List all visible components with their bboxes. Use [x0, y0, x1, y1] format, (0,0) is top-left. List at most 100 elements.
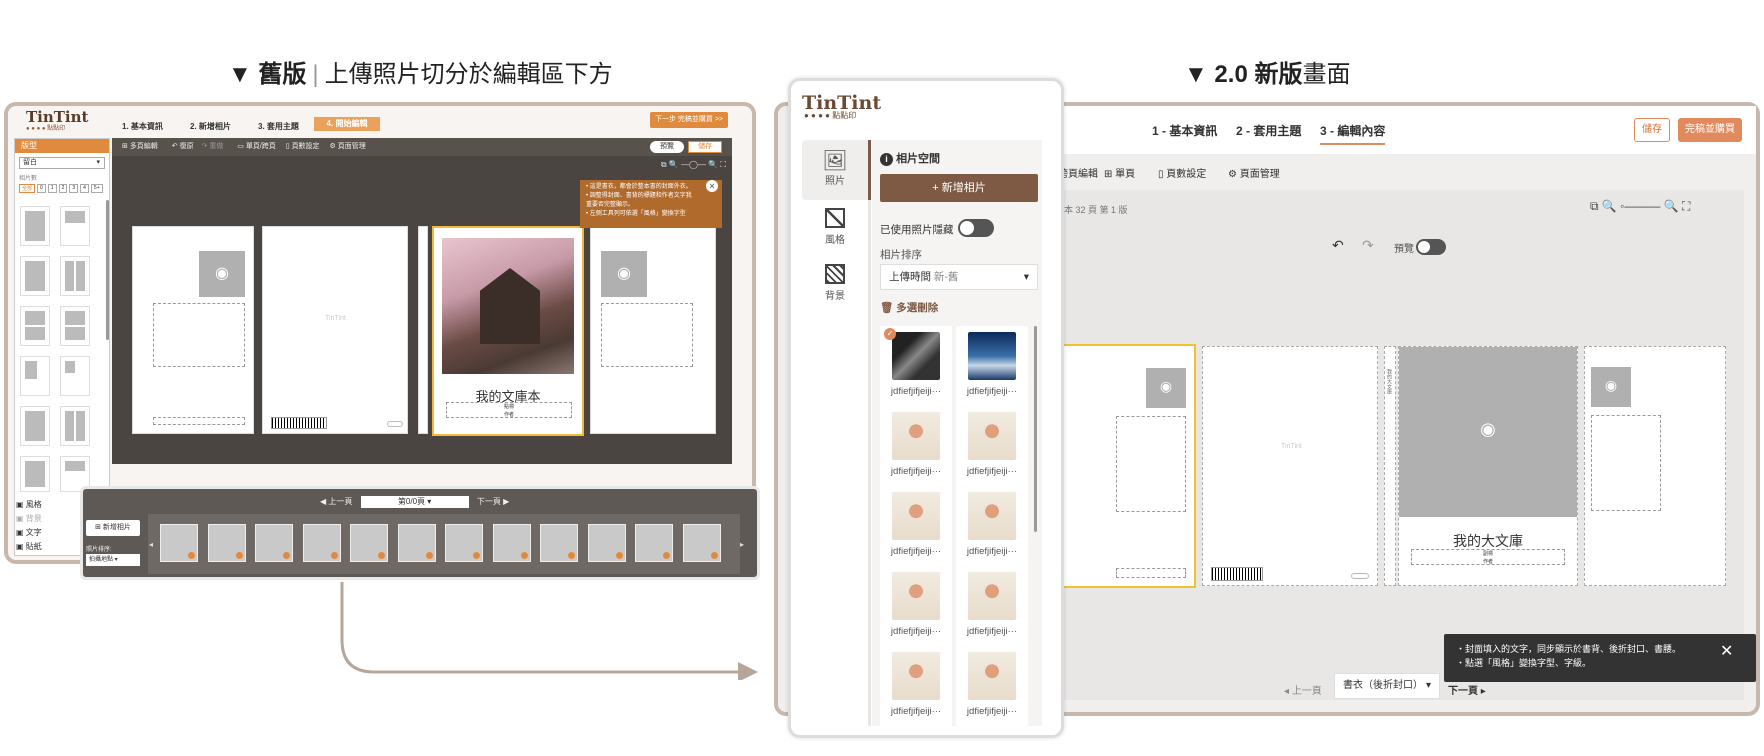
panel-photo-item[interactable]: jdfiefjifjeiji···: [956, 326, 1028, 406]
tab-style[interactable]: 風格: [802, 202, 868, 258]
old-photo-thumb[interactable]: [492, 524, 531, 562]
old-layout-thumb[interactable]: [20, 406, 50, 446]
new-back-cover-page[interactable]: ◉: [1062, 344, 1196, 588]
panel-photo-item[interactable]: jdfiefjifjeiji···: [956, 406, 1028, 486]
old-next-page-button[interactable]: 下一頁 ▶: [477, 497, 509, 506]
old-photo-thumb[interactable]: [302, 524, 341, 562]
old-step-4[interactable]: 4. 開始編輯: [314, 117, 380, 131]
old-layout-thumb[interactable]: [60, 356, 90, 396]
new-front-flap-page[interactable]: ◉: [1584, 346, 1726, 586]
old-sidebar-scrollbar[interactable]: [106, 200, 109, 340]
old-front-flap-page[interactable]: ◉: [590, 226, 716, 434]
old-menu-background[interactable]: ▣ 背景: [16, 512, 78, 526]
chevron-left-icon[interactable]: ◂: [149, 540, 153, 549]
old-photo-thumb[interactable]: [635, 524, 673, 562]
old-single-spread-button[interactable]: ▭ 單頁/跨頁: [237, 143, 276, 150]
new-preview-toggle[interactable]: [1416, 239, 1446, 255]
new-spine[interactable]: 我的大文庫: [1384, 346, 1396, 586]
old-step-3[interactable]: 3. 套用主題: [258, 121, 299, 132]
panel-photo-item[interactable]: jdfiefjifjeiji···: [880, 646, 952, 726]
new-book-title[interactable]: 我的大文庫: [1399, 531, 1577, 551]
cover-photo[interactable]: [442, 238, 574, 374]
camera-placeholder[interactable]: ◉: [601, 251, 647, 297]
old-next-button[interactable]: 下一步 完稿並購買 >>: [650, 112, 728, 128]
old-layout-thumb[interactable]: [20, 356, 50, 396]
close-icon[interactable]: ✕: [1720, 641, 1733, 661]
old-photo-thumb[interactable]: [540, 524, 578, 562]
old-layout-thumb[interactable]: [60, 256, 90, 296]
hide-used-toggle[interactable]: [958, 219, 994, 237]
old-save-button[interactable]: 儲存: [688, 141, 722, 153]
panel-photo-item[interactable]: jdfiefjifjeiji···: [880, 566, 952, 646]
old-menu-text[interactable]: ▣ 文字: [16, 526, 78, 540]
panel-photo-item[interactable]: jdfiefjifjeiji···: [880, 406, 952, 486]
new-single-page-button[interactable]: ⊞ 單頁: [1104, 165, 1135, 180]
old-photo-thumb[interactable]: [255, 524, 293, 562]
old-prev-page-button[interactable]: ◀ 上一頁: [320, 497, 352, 506]
old-preview-toggle[interactable]: 預覽: [650, 141, 684, 153]
panel-photo-item[interactable]: jdfiefjifjeiji···: [956, 566, 1028, 646]
old-spine[interactable]: [418, 226, 428, 434]
chevron-right-icon[interactable]: ▸: [740, 540, 744, 549]
old-multi-edit-button[interactable]: ⊞ 多頁編輯: [122, 143, 158, 150]
old-back-cover-page[interactable]: ◉: [132, 226, 254, 434]
multi-delete-button[interactable]: 🗑 多選刪除: [880, 300, 938, 315]
old-count-filter[interactable]: 5+: [90, 184, 103, 193]
old-photo-thumb[interactable]: [445, 524, 483, 562]
new-back-flap-page[interactable]: TinTint: [1202, 346, 1378, 586]
old-photo-thumb[interactable]: [350, 524, 388, 562]
old-back-flap-page[interactable]: TinTint: [262, 226, 408, 434]
new-page-count-button[interactable]: ▯ 頁數設定: [1158, 165, 1206, 180]
new-step-3[interactable]: 3 - 編輯內容: [1320, 122, 1386, 145]
old-layout-thumb[interactable]: [20, 306, 50, 346]
old-count-filter[interactable]: 2: [58, 184, 68, 193]
undo-icon[interactable]: ↶: [1332, 237, 1344, 254]
camera-placeholder[interactable]: ◉: [199, 251, 245, 297]
old-layout-thumb[interactable]: [60, 306, 90, 346]
old-layout-thumb[interactable]: [20, 456, 50, 492]
old-photo-thumb[interactable]: [160, 524, 198, 562]
old-count-filter[interactable]: 3: [69, 184, 79, 193]
old-redo-button[interactable]: ↷ 重做: [202, 143, 224, 150]
new-buy-button[interactable]: 完稿並購買: [1678, 118, 1742, 142]
old-photo-thumb[interactable]: [397, 524, 436, 562]
old-front-cover-page[interactable]: 我的文庫本 點標 作者: [432, 226, 584, 436]
tab-photo[interactable]: 🖼 照片: [802, 140, 868, 200]
old-count-filter[interactable]: 全部: [19, 184, 36, 193]
old-photo-thumb[interactable]: [682, 524, 721, 562]
camera-placeholder[interactable]: ◉: [1146, 368, 1186, 408]
old-add-photo-button[interactable]: ⊞ 新增相片: [86, 520, 140, 536]
new-step-2[interactable]: 2 - 套用主題: [1236, 122, 1301, 139]
panel-photo-item[interactable]: jdfiefjifjeiji···: [956, 646, 1028, 726]
close-icon[interactable]: ×: [706, 180, 718, 192]
old-photo-thumb[interactable]: [207, 524, 246, 562]
photo-sort-select[interactable]: 上傳時間 新-舊 ▾: [880, 264, 1038, 290]
panel-photo-item[interactable]: jdfiefjifjeiji···: [956, 486, 1028, 566]
panel-photo-item[interactable]: jdfiefjifjeiji···: [880, 486, 952, 566]
new-prev-page-button[interactable]: ◂ 上一頁: [1284, 682, 1322, 697]
camera-placeholder[interactable]: ◉: [1591, 367, 1631, 407]
old-step-2[interactable]: 2. 新增相片: [190, 121, 231, 132]
old-page-count-button[interactable]: ▯ 頁數設定: [286, 143, 320, 150]
new-page-manage-button[interactable]: ⚙ 頁面管理: [1228, 165, 1280, 180]
old-sort-select[interactable]: 拍攝地點 ▾: [86, 554, 140, 566]
old-layout-thumb[interactable]: [60, 206, 90, 246]
add-photo-button[interactable]: + 新增相片: [880, 174, 1038, 202]
old-page-select[interactable]: 第0/0頁 ▾: [360, 496, 469, 508]
new-save-button[interactable]: 儲存: [1634, 118, 1670, 142]
new-front-cover-page[interactable]: ◉ 我的大文庫 副標 作者: [1398, 346, 1578, 586]
old-menu-style[interactable]: ▣ 風格: [16, 498, 78, 512]
panel-photo-item[interactable]: jdfiefjifjeiji··· ✓: [880, 326, 952, 406]
old-layout-thumb[interactable]: [60, 406, 90, 446]
old-step-1[interactable]: 1. 基本資訊: [122, 121, 163, 132]
old-sidebar-header[interactable]: 版型: [15, 139, 109, 153]
redo-icon[interactable]: ↷: [1362, 237, 1374, 254]
old-layout-thumb[interactable]: [20, 256, 50, 296]
new-next-page-button[interactable]: 下一頁 ▸: [1448, 682, 1486, 697]
old-count-filter[interactable]: 0: [37, 184, 46, 193]
old-photo-thumb[interactable]: [587, 524, 626, 562]
new-step-1[interactable]: 1 - 基本資訊: [1152, 122, 1217, 139]
old-undo-button[interactable]: ↶ 復原: [172, 143, 194, 150]
old-count-filter[interactable]: 1: [47, 184, 57, 193]
panel-scrollbar[interactable]: [1034, 326, 1037, 532]
